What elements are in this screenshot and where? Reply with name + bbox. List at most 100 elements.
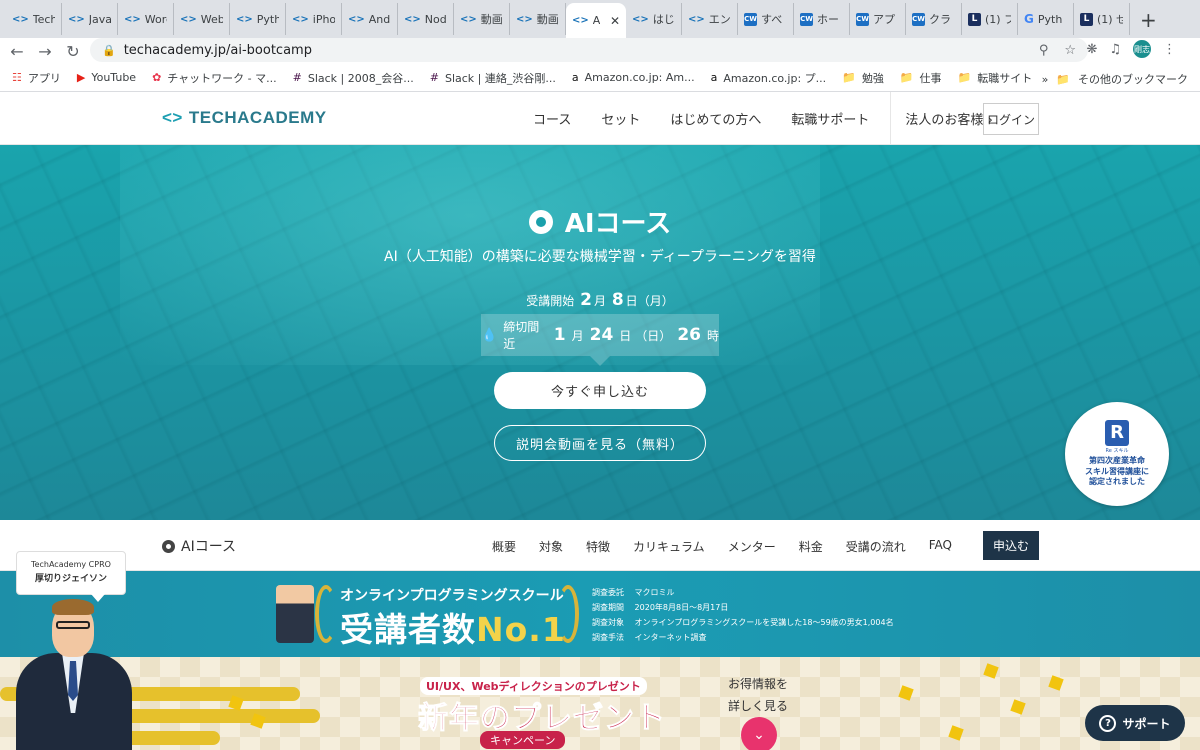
browser-tab[interactable]: <> Java (62, 3, 118, 35)
browser-tab[interactable]: <>Node (398, 3, 454, 35)
bookmark-label: YouTube (91, 71, 137, 84)
menu-icon[interactable]: ⋮ (1163, 42, 1176, 57)
browser-tab[interactable]: <> A ✕ (566, 3, 626, 38)
browser-tab[interactable]: <>Andr (342, 3, 398, 35)
hero-title: AIコース (0, 203, 1200, 240)
forward-icon[interactable]: → (34, 42, 56, 61)
tab-title: エン (708, 13, 731, 26)
bookmark-item[interactable]: # Slack | 2008_会谷... (293, 70, 414, 86)
watch-video-button[interactable]: 説明会動画を見る（無料） (494, 425, 706, 461)
bookmark-item[interactable]: a Amazon.co.jp: プ... (711, 70, 827, 86)
survey-value: オンラインプログラミングスクールを受講した18〜59歳の男女1,004名 (634, 618, 894, 627)
browser-tab[interactable]: <>Word (118, 3, 174, 35)
mascot-brand: TechAcademy CPRO (31, 560, 111, 569)
bookmarks-bar: ☷ アプリ ▶ YouTube ✿ チャットワーク - マ... # Slack | 2008… (0, 64, 1200, 92)
nav-divider (890, 92, 892, 145)
nav-career-support[interactable]: 転職サポート (791, 109, 869, 128)
other-bookmarks[interactable]: その他のブックマーク (1078, 71, 1188, 87)
course-start: 受講開始 2月 8 日（月） (0, 290, 1200, 310)
new-tab-button[interactable]: + (1140, 8, 1157, 32)
browser-tab[interactable]: <> 動画 (510, 3, 566, 35)
campaign-info-line: 詳しく見る (728, 699, 789, 713)
browser-tab[interactable]: G Pyth (1018, 3, 1074, 35)
browser-tab[interactable]: <> Tech (6, 3, 62, 35)
bookmark-item[interactable]: ▶ YouTube (77, 71, 136, 84)
chatwork-icon: ✿ (152, 71, 162, 84)
subnav-mentor[interactable]: メンター (728, 538, 776, 555)
site-favicon-icon: <> (68, 13, 85, 25)
bookmark-star-icon[interactable]: ☆ (1064, 43, 1076, 58)
browser-tab[interactable]: <> Pyth (230, 3, 286, 35)
bookmark-item[interactable]: 📁 仕事 (900, 70, 942, 86)
login-button[interactable]: ログイン (983, 103, 1039, 135)
bookmark-item[interactable]: ☷ アプリ (12, 70, 61, 86)
extensions-icon[interactable]: ❋ (1086, 42, 1097, 57)
reload-icon[interactable]: ↻ (62, 42, 84, 61)
tab-title: (1) せ (1097, 13, 1123, 26)
browser-tab[interactable]: CW アプ (850, 3, 906, 35)
folder-icon: 📁 (957, 71, 972, 84)
hero-subtitle: AI（人工知能）の構築に必要な機械学習・ディープラーニングを習得 (384, 249, 816, 265)
browser-tab[interactable]: <> はじ (626, 3, 682, 35)
start-day: 8 (611, 290, 624, 310)
address-bar[interactable]: 🔒 techacademy.jp/ai-bootcamp ⚲ ☆ (90, 38, 1088, 62)
survey-key: 調査委託 (592, 588, 624, 597)
chatwork-favicon-icon: CW (744, 12, 757, 26)
apps-icon: ☷ (12, 71, 22, 84)
help-icon: ? (1099, 714, 1117, 732)
media-icon[interactable]: ♫ (1109, 42, 1121, 57)
back-icon[interactable]: ← (6, 42, 28, 61)
bookmark-item[interactable]: a Amazon.co.jp: Am... (572, 71, 695, 84)
survey-value: インターネット調査 (634, 633, 707, 642)
site-favicon-icon: <> (12, 13, 29, 25)
subnav-features[interactable]: 特徴 (586, 538, 610, 555)
support-button[interactable]: ? サポート (1085, 705, 1185, 741)
subnav-flow[interactable]: 受講の流れ (846, 538, 906, 555)
browser-tab[interactable]: L (1) せ (1074, 3, 1130, 35)
techacademy-logo[interactable]: <> TECHACADEMY (162, 108, 327, 128)
browser-tab[interactable]: <> iPho (286, 3, 342, 35)
chevron-down-icon[interactable]: ⌄ (741, 717, 777, 750)
browser-tab[interactable]: CW ホー (794, 3, 850, 35)
bookmark-item[interactable]: # Slack | 連絡_渋谷剛... (430, 70, 556, 86)
bookmark-item[interactable]: 📁 転職サイト (958, 70, 1033, 86)
site-favicon-icon: <> (292, 13, 309, 25)
subnav-apply-button[interactable]: 申込む (983, 531, 1039, 560)
subnav-overview[interactable]: 概要 (492, 538, 516, 555)
campaign-info: お得情報を 詳しく見る (728, 673, 788, 717)
mascot-character[interactable]: TechAcademy CPRO 厚切りジェイソン (12, 551, 132, 750)
browser-tab[interactable]: <> エン (682, 3, 738, 35)
google-favicon-icon: G (1024, 12, 1034, 26)
browser-tab[interactable]: L (1) フ (962, 3, 1018, 35)
nav-corporate[interactable]: 法人のお客様 › (905, 109, 992, 128)
reskill-certification-badge[interactable]: R Re スキル 第四次産業革命 スキル習得講座に 認定されました (1065, 402, 1169, 506)
nav-course[interactable]: コース (533, 109, 571, 128)
site-favicon-icon: <> (348, 13, 365, 25)
zoom-icon[interactable]: ⚲ (1039, 43, 1049, 58)
site-header: <> TECHACADEMY コース セット はじめての方へ 転職サポート 法人… (0, 92, 1200, 145)
linkedin-favicon-icon: L (968, 12, 981, 26)
browser-tab[interactable]: CW クラ (906, 3, 962, 35)
subnav-price[interactable]: 料金 (799, 538, 823, 555)
browser-tab[interactable]: CW すべ (738, 3, 794, 35)
tab-title: iPho (312, 12, 335, 26)
apply-now-button[interactable]: 今すぐ申し込む (494, 372, 706, 409)
nav-beginners[interactable]: はじめての方へ (670, 109, 761, 128)
bookmarks-more-icon[interactable]: » (1042, 73, 1049, 86)
browser-tab[interactable]: <> Web (174, 3, 230, 35)
bookmark-item[interactable]: 📁 勉強 (842, 70, 884, 86)
bookmark-item[interactable]: ✿ チャットワーク - マ... (152, 70, 277, 86)
chatwork-favicon-icon: CW (856, 12, 869, 26)
subnav-curriculum[interactable]: カリキュラム (633, 538, 705, 555)
newyear-campaign-banner[interactable]: UI/UX、Webディレクションのプレゼント 新年のプレゼント キャンペーン お… (0, 657, 1200, 750)
survey-value: 2020年8月8日〜8月17日 (634, 603, 729, 612)
profile-avatar[interactable]: 剛志 (1133, 40, 1151, 58)
subnav-faq[interactable]: FAQ (929, 538, 952, 555)
subnav-title-text: AIコース (181, 539, 237, 555)
certification-line: スキル習得講座に (1085, 466, 1149, 476)
no1-banner[interactable]: オンラインプログラミングスクール 受講者数No.1 調査委託 マクロミル 調査期… (0, 571, 1200, 657)
subnav-target[interactable]: 対象 (539, 538, 563, 555)
nav-set[interactable]: セット (601, 109, 640, 128)
browser-tab[interactable]: <> 動画 (454, 3, 510, 35)
close-tab-icon[interactable]: ✕ (610, 14, 620, 28)
